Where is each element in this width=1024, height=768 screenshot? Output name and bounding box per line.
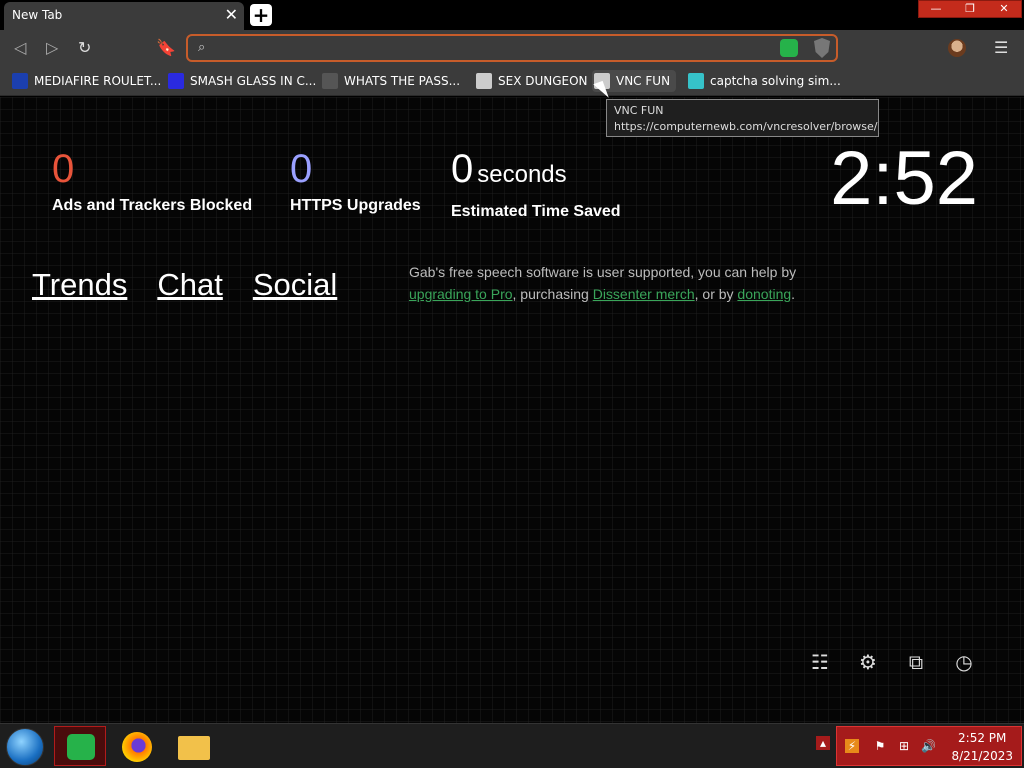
tray-flag-icon[interactable]: ▴ — [816, 736, 830, 750]
gab-support-note: Gab's free speech software is user suppo… — [409, 264, 797, 302]
vnc-icon — [476, 73, 492, 89]
history-icon[interactable]: ◷ — [952, 650, 976, 674]
close-window-button[interactable]: ✕ — [987, 1, 1021, 17]
system-tray: ⚡ ⚑ ⊞ 🔊 2:52 PM 8/21/2023 — [836, 726, 1022, 766]
tooltip-title: VNC FUN — [614, 104, 664, 117]
reload-icon[interactable]: ↻ — [78, 38, 91, 57]
dissenter-extension-icon[interactable] — [780, 39, 798, 57]
sliders-icon[interactable]: ☷ — [808, 650, 832, 674]
window-controls: — ❐ ✕ — [918, 0, 1022, 18]
mediafire-icon — [12, 73, 28, 89]
taskbar-explorer[interactable] — [170, 726, 222, 766]
bookmark-item[interactable]: MEDIAFIRE ROULET... — [10, 70, 161, 92]
taskbar: ▴ ⚡ ⚑ ⊞ 🔊 2:52 PM 8/21/2023 — [0, 723, 1024, 768]
maximize-button[interactable]: ❐ — [953, 1, 987, 17]
upgrade-pro-link[interactable]: upgrading to Pro — [409, 286, 513, 302]
tooltip-url: https://computernewb.com/vncresolver/bro… — [614, 120, 878, 133]
profile-avatar[interactable] — [948, 39, 966, 57]
link-icon — [322, 73, 338, 89]
https-upgrades-stat: 0 HTTPS Upgrades — [290, 147, 421, 215]
https-upgrades-label: HTTPS Upgrades — [290, 197, 421, 214]
link-chat[interactable]: Chat — [157, 267, 222, 303]
tab-close-icon[interactable]: ✕ — [225, 2, 238, 28]
tray-time: 2:52 PM — [958, 731, 1007, 745]
dashboard-icons: ☷ ⚙ ⧉ ◷ — [808, 650, 976, 674]
taskbar-firefox[interactable] — [112, 726, 164, 766]
folder-icon — [178, 736, 210, 760]
tray-date: 8/21/2023 — [951, 749, 1013, 763]
ads-blocked-label: Ads and Trackers Blocked — [52, 197, 253, 214]
dissenter-merch-link[interactable]: Dissenter merch — [593, 286, 695, 302]
bookmark-item[interactable]: SEX DUNGEON — [474, 70, 588, 92]
tab-title: New Tab — [12, 8, 63, 22]
gear-icon[interactable]: ⚙ — [856, 650, 880, 674]
browser-toolbar: ◁ ▷ ↻ 🔖 ⌕ ☰ — [0, 30, 1024, 66]
tab-strip: New Tab ✕ + — ❐ ✕ — [0, 0, 1024, 30]
ads-blocked-count: 0 — [52, 147, 75, 191]
bookmark-tooltip: VNC FUN https://computernewb.com/vncreso… — [606, 99, 879, 137]
clock: 2:52 — [830, 136, 978, 221]
taskbar-gab-app[interactable] — [54, 726, 106, 766]
back-arrow-icon[interactable]: ◁ — [14, 38, 26, 57]
firefox-icon — [122, 732, 152, 762]
time-saved-unit: seconds — [477, 161, 567, 188]
captcha-icon — [688, 73, 704, 89]
battery-icon[interactable]: ⚡ — [845, 739, 859, 753]
search-icon: ⌕ — [198, 40, 206, 55]
network-icon[interactable]: ⊞ — [897, 739, 911, 753]
address-bar[interactable]: ⌕ — [186, 34, 838, 62]
gab-app-icon — [67, 734, 95, 760]
ads-blocked-stat: 0 Ads and Trackers Blocked — [52, 147, 252, 215]
new-tab-page: 0 Ads and Trackers Blocked 0 HTTPS Upgra… — [0, 97, 1024, 723]
link-icon — [168, 73, 184, 89]
time-saved-label: Estimated Time Saved — [451, 203, 621, 220]
donate-link[interactable]: donoting — [737, 286, 791, 302]
tab-new-tab[interactable]: New Tab ✕ — [4, 2, 244, 30]
bookmark-icon[interactable]: ⧉ — [904, 650, 928, 674]
start-button[interactable] — [6, 728, 44, 766]
url-input[interactable] — [218, 38, 778, 58]
link-trends[interactable]: Trends — [32, 267, 127, 303]
page-links: Trends Chat Social — [32, 267, 337, 303]
volume-icon[interactable]: 🔊 — [921, 739, 936, 753]
bookmark-item[interactable]: SMASH GLASS IN C... — [166, 70, 316, 92]
new-tab-button[interactable]: + — [250, 4, 272, 26]
tray-clock[interactable]: 2:52 PM 8/21/2023 — [951, 729, 1013, 765]
time-saved-stat: 0 seconds Estimated Time Saved — [451, 147, 621, 221]
bookmark-icon[interactable]: 🔖 — [156, 38, 176, 57]
https-upgrades-count: 0 — [290, 147, 313, 191]
bookmark-item[interactable]: WHATS THE PASS... — [320, 70, 460, 92]
shield-icon[interactable] — [814, 38, 830, 58]
forward-arrow-icon[interactable]: ▷ — [46, 38, 58, 57]
time-saved-count: 0 — [451, 147, 474, 191]
bookmarks-bar: MEDIAFIRE ROULET... SMASH GLASS IN C... … — [0, 66, 1024, 96]
link-social[interactable]: Social — [253, 267, 337, 303]
action-center-icon[interactable]: ⚑ — [873, 739, 887, 753]
minimize-button[interactable]: — — [919, 1, 953, 17]
hamburger-menu-icon[interactable]: ☰ — [994, 38, 1008, 57]
bookmark-item[interactable]: captcha solving sim... — [686, 70, 841, 92]
